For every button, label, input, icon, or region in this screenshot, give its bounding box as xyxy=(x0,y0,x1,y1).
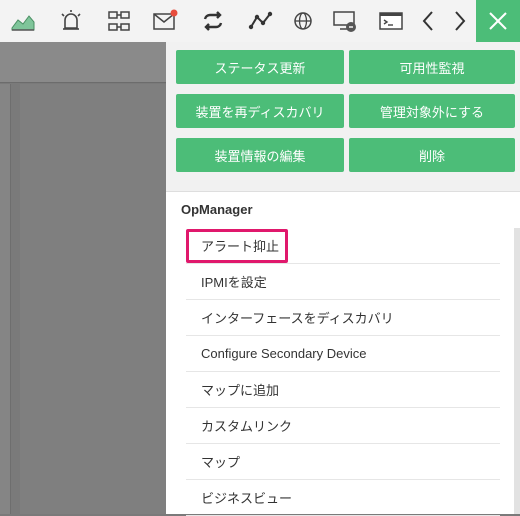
prev-icon[interactable] xyxy=(414,6,444,36)
action-buttons: ステータス更新 可用性監視 装置を再ディスカバリ 管理対象外にする 装置情報の編… xyxy=(166,42,520,192)
remote-desktop-icon[interactable] xyxy=(330,6,360,36)
menu-item-custom-link[interactable]: カスタムリンク xyxy=(186,408,500,444)
menu-item-label: IPMIを設定 xyxy=(201,275,267,290)
menu-item-ipmi-settings[interactable]: IPMIを設定 xyxy=(186,264,500,300)
close-button[interactable] xyxy=(476,0,520,42)
menu-item-label: カスタムリンク xyxy=(201,419,293,434)
menu-item-label: Configure Secondary Device xyxy=(201,346,367,361)
sync-icon[interactable] xyxy=(198,6,228,36)
close-icon xyxy=(489,12,507,30)
unmanage-button[interactable]: 管理対象外にする xyxy=(349,94,515,128)
menu-item-add-to-map[interactable]: マップに追加 xyxy=(186,372,500,408)
availability-monitor-button[interactable]: 可用性監視 xyxy=(349,50,515,84)
menu-item-label: インターフェースをディスカバリ xyxy=(201,311,394,326)
next-icon[interactable] xyxy=(444,6,474,36)
alarm-icon[interactable] xyxy=(56,6,86,36)
menu-item-alert-suppression[interactable]: アラート抑止 xyxy=(186,228,500,264)
background-content xyxy=(20,84,166,514)
background-sidebar xyxy=(0,84,11,514)
status-update-button[interactable]: ステータス更新 xyxy=(176,50,344,84)
background-header xyxy=(0,42,166,83)
menu-item-label: マップ xyxy=(201,455,241,470)
menu-item-discover-interfaces[interactable]: インターフェースをディスカバリ xyxy=(186,300,500,336)
menu-item-business-view[interactable]: ビジネスビュー xyxy=(186,480,500,516)
chart-icon[interactable] xyxy=(8,6,38,36)
opmanager-menu: アラート抑止 IPMIを設定 インターフェースをディスカバリ Configure… xyxy=(186,228,500,516)
menu-item-map[interactable]: マップ xyxy=(186,444,500,480)
menu-item-label: ビジネスビュー xyxy=(201,491,293,506)
menu-scrollbar[interactable] xyxy=(514,228,520,514)
rediscover-button[interactable]: 装置を再ディスカバリ xyxy=(176,94,344,128)
terminal-icon[interactable] xyxy=(376,6,406,36)
menu-item-configure-secondary-device[interactable]: Configure Secondary Device xyxy=(186,336,500,372)
top-toolbar xyxy=(0,0,520,43)
highlight-box xyxy=(186,229,288,263)
globe-icon[interactable] xyxy=(288,6,318,36)
menu-item-label: マップに追加 xyxy=(201,383,280,398)
delete-button[interactable]: 削除 xyxy=(349,138,515,172)
edit-device-info-button[interactable]: 装置情報の編集 xyxy=(176,138,344,172)
mail-icon[interactable] xyxy=(150,6,180,36)
section-title: OpManager xyxy=(181,202,253,217)
topology-icon[interactable] xyxy=(104,6,134,36)
graph-icon[interactable] xyxy=(246,6,276,36)
device-action-panel: ステータス更新 可用性監視 装置を再ディスカバリ 管理対象外にする 装置情報の編… xyxy=(166,42,520,516)
